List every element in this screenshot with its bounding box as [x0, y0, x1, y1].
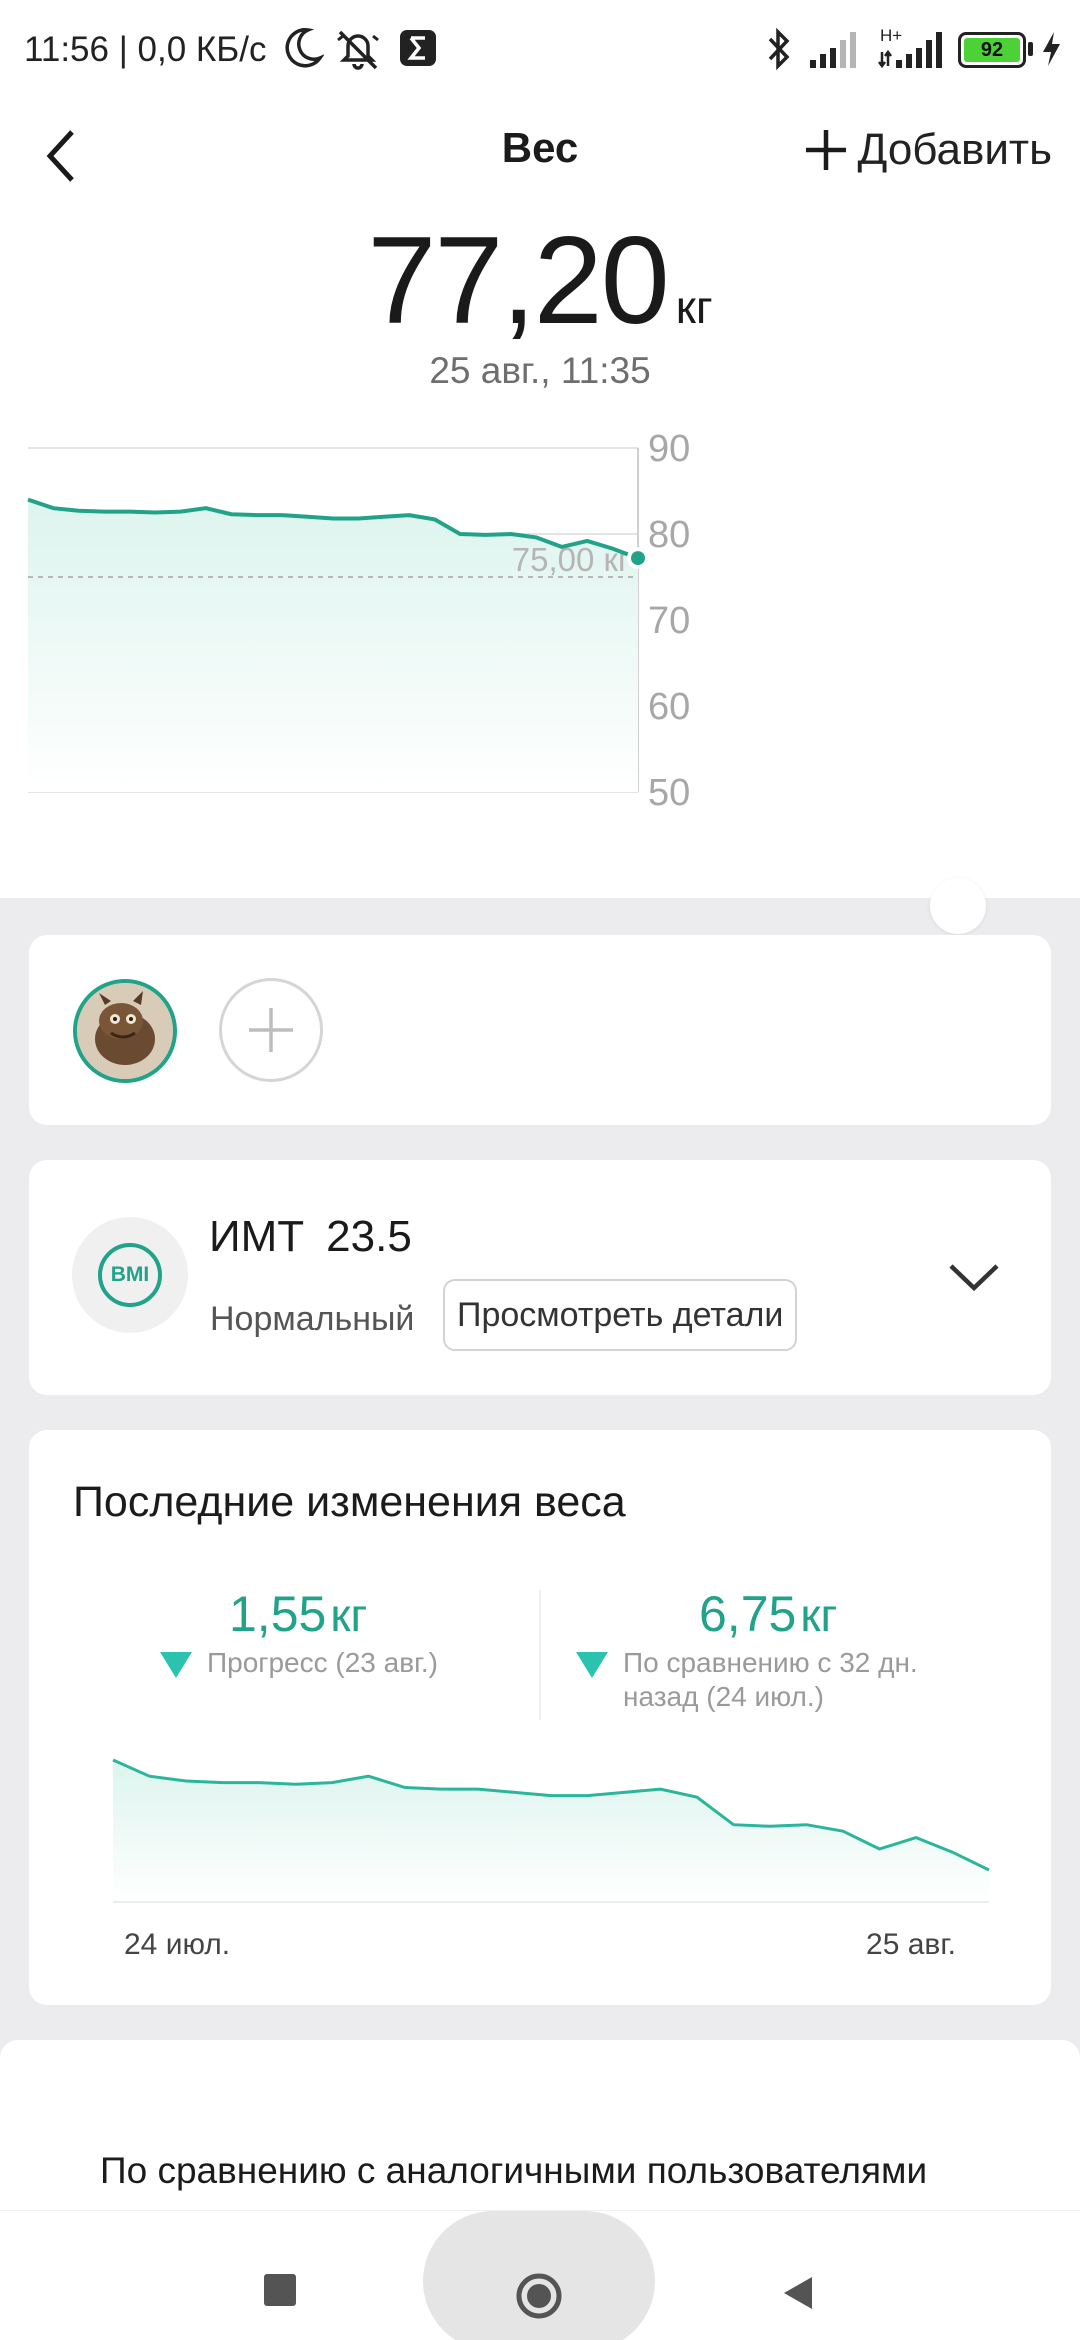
- status-time-network: 11:56 | 0,0 КБ/с: [24, 30, 267, 69]
- weight-history-chart[interactable]: 908070605075,00 кг: [0, 430, 1080, 810]
- back-icon[interactable]: [780, 2273, 816, 2313]
- battery-icon: 92: [958, 32, 1026, 68]
- current-weight: 77,20 кг: [0, 210, 1080, 352]
- chevron-down-icon[interactable]: [947, 1260, 1001, 1294]
- add-weight-label: Добавить: [857, 125, 1052, 174]
- weight-header-area: Вес Добавить 77,20 кг 25 авг., 11:35 90 80…: [0, 100, 1080, 898]
- moon-icon: [285, 28, 324, 68]
- current-weight-value: 77,20: [367, 212, 669, 350]
- recent-apps-icon[interactable]: [264, 2274, 296, 2306]
- home-icon[interactable]: [514, 2271, 564, 2321]
- progress-value: 1,55кг: [229, 1586, 368, 1642]
- stats-divider: [539, 1590, 541, 1720]
- sigma-app-icon: [400, 30, 436, 66]
- signal-icon: [810, 32, 856, 68]
- bmi-status: Нормальный: [210, 1300, 415, 1338]
- y-tick-label: 80: [648, 514, 690, 556]
- down-triangle-icon: [160, 1652, 192, 1678]
- bmi-card[interactable]: BMI ИМТ 23.5 Нормальный Просмотреть детал…: [29, 1160, 1051, 1395]
- compare-value: 6,75кг: [699, 1586, 838, 1642]
- changes-title: Последние изменения веса: [73, 1478, 626, 1526]
- bmi-title: ИМТ 23.5: [209, 1212, 412, 1262]
- users-card: [29, 935, 1051, 1125]
- down-triangle-icon: [576, 1652, 608, 1678]
- bmi-icon: BMI: [72, 1217, 188, 1333]
- bmi-badge: BMI: [98, 1243, 162, 1307]
- y-tick-label: 60: [648, 686, 690, 728]
- weight-changes-card: Последние изменения веса 1,55кг Прогресс…: [29, 1430, 1051, 2005]
- chart-scroll-handle[interactable]: [930, 878, 986, 934]
- user-avatar-icon[interactable]: [73, 979, 177, 1083]
- signal-icon: [878, 32, 942, 69]
- mini-chart-start-date: 24 июл.: [124, 1928, 231, 1961]
- charging-icon: [1043, 32, 1060, 66]
- bmi-label: ИМТ: [209, 1212, 305, 1261]
- bmi-value: 23.5: [326, 1212, 412, 1261]
- navigation-bar: [0, 2210, 1080, 2340]
- y-tick-label: 50: [648, 772, 690, 810]
- add-weight-button[interactable]: Добавить: [800, 120, 1052, 180]
- bluetooth-icon: [768, 27, 790, 71]
- mini-weight-chart: [112, 1758, 990, 1903]
- progress-stat: 1,55кг: [229, 1585, 367, 1643]
- compare-stat: 6,75кг: [699, 1585, 837, 1643]
- battery-tip: [1028, 42, 1033, 56]
- alarm-off-icon: [337, 30, 379, 70]
- mini-chart-end-date: 25 авг.: [866, 1928, 956, 1961]
- compare-desc: По сравнению с 32 дн. назад (24 июл.): [623, 1647, 918, 1712]
- y-tick-label: 90: [648, 430, 690, 470]
- avatar-image: [77, 983, 173, 1079]
- current-weight-date: 25 авг., 11:35: [429, 350, 651, 391]
- status-bar: 11:56 | 0,0 КБ/с H+ 92: [0, 0, 1080, 100]
- progress-desc: Прогресс (23 авг.): [207, 1647, 438, 1678]
- plus-icon: [249, 1008, 293, 1052]
- add-user-button[interactable]: [219, 978, 323, 1082]
- battery-level: 92: [964, 38, 1020, 62]
- plus-icon: [805, 130, 846, 170]
- bmi-details-button[interactable]: Просмотреть детали: [443, 1279, 798, 1351]
- current-weight-unit: кг: [675, 281, 713, 333]
- comparison-text: По сравнению с аналогичными пользователя…: [100, 2150, 928, 2191]
- current-point: [631, 551, 645, 566]
- y-tick-label: 70: [648, 600, 690, 642]
